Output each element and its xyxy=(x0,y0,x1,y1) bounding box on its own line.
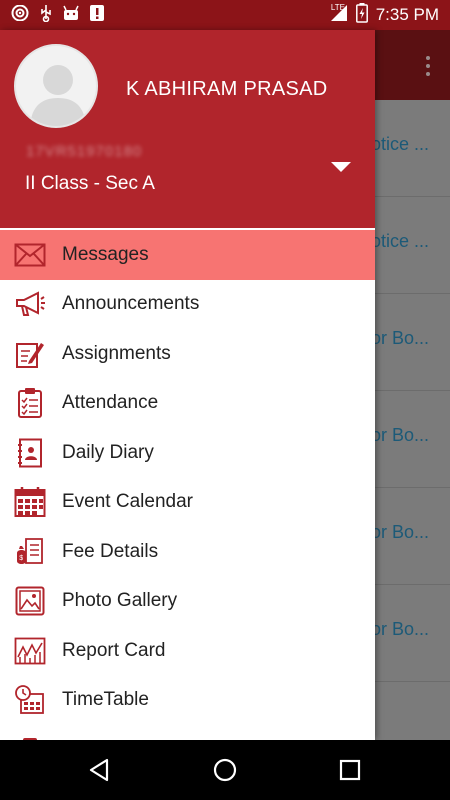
pencil-paper-icon xyxy=(14,338,46,370)
list-item-text: or Bo... xyxy=(371,619,430,639)
wifi-icon xyxy=(10,4,30,26)
user-id: 17VR51970180 xyxy=(26,143,143,160)
list-item[interactable]: or Bo... xyxy=(371,391,450,488)
list-item-text: otice ... xyxy=(371,231,430,251)
system-nav-bar xyxy=(0,740,450,800)
menu-item-assignments[interactable]: Assignments xyxy=(0,329,375,379)
overflow-menu-icon xyxy=(426,56,430,80)
menu-label: Attendance xyxy=(62,392,159,414)
list-item-text: otice ... xyxy=(371,134,430,154)
menu-item-event-calendar[interactable]: Event Calendar xyxy=(0,478,375,528)
menu-label: Event Calendar xyxy=(62,491,193,513)
megaphone-icon xyxy=(14,288,46,320)
menu-item-announcements[interactable]: Announcements xyxy=(0,280,375,330)
menu-label: Assignments xyxy=(62,342,171,364)
envelope-icon xyxy=(14,239,46,271)
back-button[interactable] xyxy=(87,758,111,782)
calendar-icon xyxy=(14,486,46,518)
list-item[interactable]: or Bo... xyxy=(371,585,450,682)
account-dropdown-icon[interactable] xyxy=(331,162,351,172)
menu-item-photo-gallery[interactable]: Photo Gallery xyxy=(0,577,375,627)
menu-item-partial[interactable] xyxy=(0,725,375,740)
battery-icon xyxy=(355,2,368,28)
navigation-drawer: K ABHIRAM PRASAD 17VR51970180 II Class -… xyxy=(0,30,375,740)
menu-label: Messages xyxy=(62,243,149,265)
list-item[interactable]: or Bo... xyxy=(371,294,450,391)
list-item-text: or Bo... xyxy=(371,425,430,445)
menu-label: Fee Details xyxy=(62,540,159,562)
clock-calendar-icon xyxy=(14,684,46,716)
user-class: II Class - Sec A xyxy=(25,173,155,194)
network-type: LTE xyxy=(330,3,345,12)
menu-item-attendance[interactable]: Attendance xyxy=(0,379,375,429)
drawer-header: K ABHIRAM PRASAD 17VR51970180 II Class -… xyxy=(0,30,375,228)
menu-item-messages[interactable]: Messages xyxy=(0,230,375,280)
menu-label: Report Card xyxy=(62,639,166,661)
home-button[interactable] xyxy=(213,758,237,782)
notification-icon xyxy=(89,4,105,27)
svg-text:$: $ xyxy=(19,555,23,562)
usb-icon xyxy=(39,4,53,27)
menu-item-report-card[interactable]: Report Card xyxy=(0,626,375,676)
list-item[interactable]: otice ... xyxy=(371,100,450,197)
menu-label: Photo Gallery xyxy=(62,590,178,612)
drawer-menu: Messages Announcements Assignments Atten… xyxy=(0,230,375,740)
menu-label: Daily Diary xyxy=(62,441,154,463)
clipboard-checklist-icon xyxy=(14,387,46,419)
menu-label: TimeTable xyxy=(62,689,149,711)
avatar[interactable] xyxy=(14,44,98,128)
photo-icon xyxy=(14,585,46,617)
diary-icon xyxy=(14,437,46,469)
menu-item-timetable[interactable]: TimeTable xyxy=(0,676,375,726)
list-item[interactable]: otice ... xyxy=(371,197,450,294)
menu-item-fee-details[interactable]: $ Fee Details xyxy=(0,527,375,577)
menu-item-daily-diary[interactable]: Daily Diary xyxy=(0,428,375,478)
money-receipt-icon: $ xyxy=(14,536,46,568)
chart-icon xyxy=(14,635,46,667)
list-item[interactable]: or Bo... xyxy=(371,488,450,585)
list-item-text: or Bo... xyxy=(371,522,430,542)
list-item-text: or Bo... xyxy=(371,328,430,348)
android-icon xyxy=(62,4,80,27)
status-bar: LTE 7:35 PM xyxy=(0,0,450,30)
status-time: 7:35 PM xyxy=(375,5,439,24)
menu-label: Announcements xyxy=(62,293,200,315)
recents-button[interactable] xyxy=(338,758,362,782)
user-name: K ABHIRAM PRASAD xyxy=(126,78,328,100)
